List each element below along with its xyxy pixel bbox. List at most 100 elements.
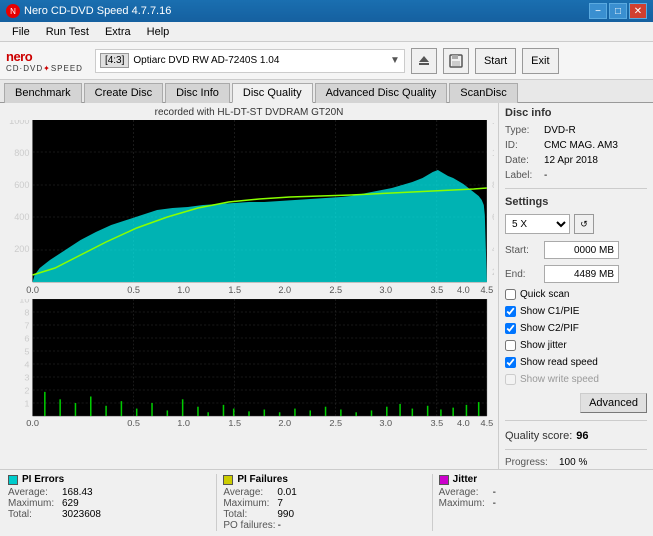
- jitter-max-value: -: [493, 498, 496, 509]
- menu-bar: File Run Test Extra Help: [0, 22, 653, 42]
- tab-advanced-disc-quality[interactable]: Advanced Disc Quality: [315, 83, 448, 103]
- svg-text:1.5: 1.5: [228, 419, 241, 429]
- tab-disc-info[interactable]: Disc Info: [165, 83, 230, 103]
- svg-text:0.5: 0.5: [127, 285, 140, 295]
- progress-label: Progress:: [505, 457, 555, 468]
- show-jitter-checkbox[interactable]: [505, 340, 516, 351]
- show-c2-row: Show C2/PIF: [505, 323, 647, 334]
- chart-title: recorded with HL-DT-ST DVDRAM GT20N: [4, 107, 494, 118]
- svg-text:3.0: 3.0: [379, 419, 392, 429]
- jitter-avg-value: -: [493, 487, 496, 498]
- label-value: -: [544, 170, 547, 181]
- pi-failures-avg-value: 0.01: [277, 487, 296, 498]
- pi-failures-total-value: 990: [277, 509, 294, 520]
- svg-text:6: 6: [492, 212, 494, 222]
- quality-score-row: Quality score: 96: [505, 430, 647, 442]
- settings-title: Settings: [505, 196, 647, 208]
- eject-button[interactable]: [411, 48, 437, 74]
- show-write-speed-checkbox: [505, 374, 516, 385]
- quick-scan-checkbox[interactable]: [505, 289, 516, 300]
- menu-file[interactable]: File: [4, 24, 38, 40]
- menu-help[interactable]: Help: [139, 24, 178, 40]
- start-input[interactable]: [544, 241, 619, 259]
- show-c1-checkbox[interactable]: [505, 306, 516, 317]
- show-c1-row: Show C1/PIE: [505, 306, 647, 317]
- speed-select[interactable]: 5 X Maximum 1 X 2 X 4 X 8 X: [505, 214, 570, 234]
- svg-text:12: 12: [492, 148, 494, 158]
- tab-disc-quality[interactable]: Disc Quality: [232, 83, 313, 103]
- pi-failures-po-value: -: [278, 520, 281, 531]
- pi-errors-total-label: Total:: [8, 509, 60, 520]
- jitter-max-label: Maximum:: [439, 498, 491, 509]
- menu-run-test[interactable]: Run Test: [38, 24, 97, 40]
- svg-text:2.0: 2.0: [278, 285, 291, 295]
- chart-area: recorded with HL-DT-ST DVDRAM GT20N: [0, 103, 498, 469]
- show-write-speed-label: Show write speed: [520, 374, 599, 385]
- minimize-button[interactable]: −: [589, 3, 607, 19]
- jitter-avg-label: Average:: [439, 487, 491, 498]
- start-button[interactable]: Start: [475, 48, 516, 74]
- divider-1: [505, 188, 647, 189]
- svg-text:0.0: 0.0: [26, 285, 39, 295]
- close-button[interactable]: ✕: [629, 3, 647, 19]
- exit-button[interactable]: Exit: [522, 48, 558, 74]
- disc-info-title: Disc info: [505, 107, 647, 119]
- pi-failures-max-label: Maximum:: [223, 498, 275, 509]
- end-input[interactable]: [544, 265, 619, 283]
- show-c2-checkbox[interactable]: [505, 323, 516, 334]
- speed-setting-row: 5 X Maximum 1 X 2 X 4 X 8 X ↺: [505, 214, 647, 234]
- pi-failures-avg-label: Average:: [223, 487, 275, 498]
- drive-name: Optiarc DVD RW AD-7240S 1.04: [133, 55, 386, 66]
- end-label: End:: [505, 269, 540, 280]
- advanced-button[interactable]: Advanced: [580, 393, 647, 413]
- maximize-button[interactable]: □: [609, 3, 627, 19]
- disc-type-row: Type: DVD-R: [505, 125, 647, 136]
- label-label: Label:: [505, 170, 540, 181]
- right-panel: Disc info Type: DVD-R ID: CMC MAG. AM3 D…: [498, 103, 653, 469]
- svg-text:3.0: 3.0: [379, 285, 392, 295]
- start-label: Start:: [505, 245, 540, 256]
- svg-text:3.5: 3.5: [430, 285, 443, 295]
- svg-text:1.0: 1.0: [177, 285, 190, 295]
- svg-text:3: 3: [24, 373, 29, 383]
- svg-text:8: 8: [24, 308, 29, 318]
- id-value: CMC MAG. AM3: [544, 140, 618, 151]
- svg-text:5: 5: [24, 347, 29, 357]
- progress-value: 100 %: [559, 457, 587, 468]
- jitter-title: Jitter: [453, 474, 477, 485]
- nero-logo-subtitle: CD·DVD✦SPEED: [6, 64, 83, 73]
- toolbar: nero CD·DVD✦SPEED [4:3] Optiarc DVD RW A…: [0, 42, 653, 80]
- drive-badge: [4:3]: [100, 53, 129, 68]
- pi-errors-color: [8, 475, 18, 485]
- svg-text:2: 2: [492, 267, 494, 277]
- refresh-button[interactable]: ↺: [574, 214, 594, 234]
- date-label: Date:: [505, 155, 540, 166]
- pi-errors-total-value: 3023608: [62, 509, 101, 520]
- svg-text:1.5: 1.5: [228, 285, 241, 295]
- tab-create-disc[interactable]: Create Disc: [84, 83, 163, 103]
- tab-scan-disc[interactable]: ScanDisc: [449, 83, 517, 103]
- tab-bar: Benchmark Create Disc Disc Info Disc Qua…: [0, 80, 653, 103]
- quality-score-label: Quality score:: [505, 430, 572, 442]
- save-button[interactable]: [443, 48, 469, 74]
- type-label: Type:: [505, 125, 540, 136]
- start-field-row: Start:: [505, 241, 647, 259]
- quality-score-value: 96: [576, 430, 588, 442]
- tab-benchmark[interactable]: Benchmark: [4, 83, 82, 103]
- stats-area: PI Errors Average: 168.43 Maximum: 629 T…: [0, 469, 653, 535]
- svg-text:10: 10: [19, 299, 29, 305]
- pi-failures-po-label: PO failures:: [223, 520, 275, 531]
- svg-text:16: 16: [492, 120, 494, 126]
- show-read-speed-checkbox[interactable]: [505, 357, 516, 368]
- dropdown-arrow-icon: ▼: [390, 55, 400, 66]
- menu-extra[interactable]: Extra: [97, 24, 139, 40]
- id-label: ID:: [505, 140, 540, 151]
- svg-text:4.5: 4.5: [480, 419, 493, 429]
- svg-text:600: 600: [14, 180, 29, 190]
- pi-errors-avg-label: Average:: [8, 487, 60, 498]
- drive-selector[interactable]: [4:3] Optiarc DVD RW AD-7240S 1.04 ▼: [95, 49, 405, 73]
- svg-text:2: 2: [24, 386, 29, 396]
- show-jitter-row: Show jitter: [505, 340, 647, 351]
- svg-text:0.5: 0.5: [127, 419, 140, 429]
- show-read-speed-row: Show read speed: [505, 357, 647, 368]
